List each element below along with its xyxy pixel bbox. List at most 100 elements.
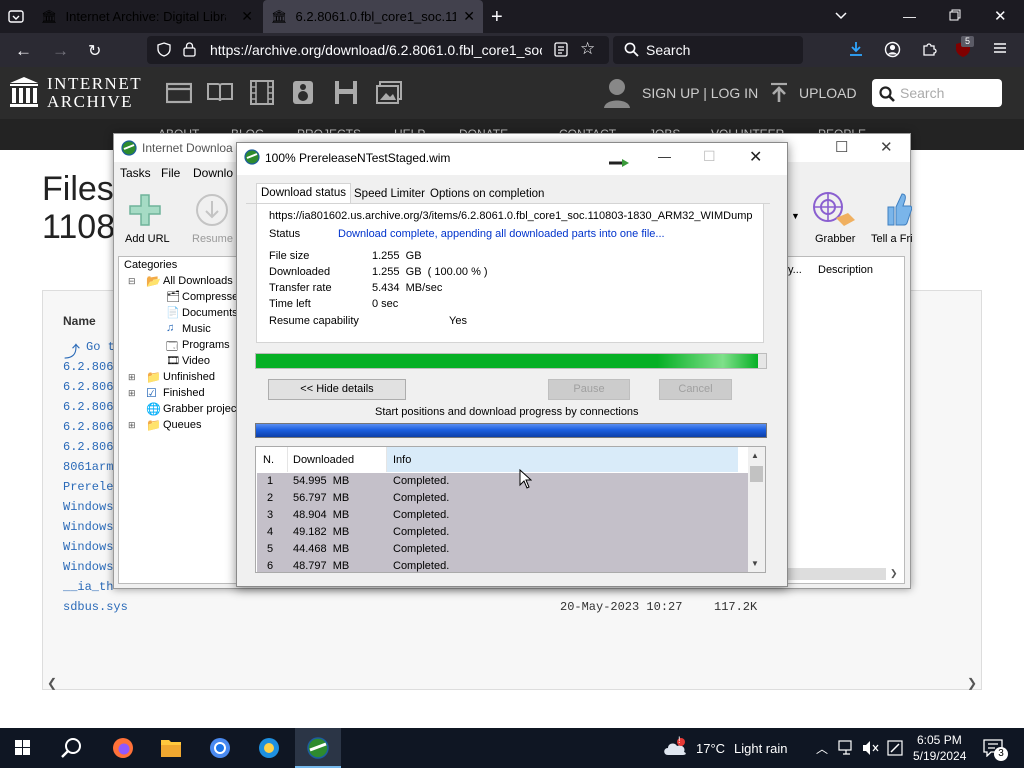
browser-tab-internet-archive[interactable]: 🏛 Internet Archive: Digital Library of ✕ — [33, 0, 261, 33]
file-link[interactable]: 6.2.806 — [63, 360, 113, 374]
expand-collapse-icon[interactable]: ⊞ — [128, 388, 136, 399]
column-downloaded[interactable]: Downloaded — [293, 454, 354, 466]
lock-icon[interactable] — [183, 42, 196, 57]
file-link[interactable]: 6.2.806 — [63, 380, 113, 394]
tracking-shield-icon[interactable] — [157, 42, 171, 57]
images-icon[interactable] — [376, 81, 402, 104]
scrollbar-thumb[interactable] — [750, 466, 763, 482]
upload-arrow-icon[interactable] — [770, 82, 788, 103]
expand-collapse-icon[interactable]: ⊟ — [128, 276, 136, 287]
tree-queues[interactable]: Queues — [163, 419, 202, 431]
start-button[interactable] — [0, 728, 46, 768]
tree-unfinished[interactable]: Unfinished — [163, 371, 215, 383]
scroll-down-arrow-icon[interactable]: ▼ — [751, 559, 759, 568]
scroll-left-arrow-icon[interactable]: ❮ — [47, 676, 57, 690]
go-up-arrow-icon[interactable]: ⤴ — [64, 338, 80, 362]
file-link[interactable]: Windows — [63, 560, 113, 574]
scroll-up-arrow-icon[interactable]: ▲ — [751, 451, 759, 460]
list-tabs-chevron-icon[interactable] — [834, 8, 848, 22]
tab-speed-limiter[interactable]: Speed Limiter — [350, 186, 429, 204]
dialog-maximize-icon[interactable]: ☐ — [703, 148, 716, 165]
file-link[interactable]: Windows — [63, 520, 113, 534]
browser-tab-download[interactable]: 🏛 6.2.8061.0.fbl_core1_soc.110803- ✕ — [263, 0, 483, 33]
scroll-right-arrow-icon[interactable]: ❯ — [890, 568, 898, 579]
show-hidden-icons-chevron-icon[interactable]: ︿ — [816, 740, 828, 757]
taskbar-search-button[interactable] — [49, 728, 95, 768]
table-row[interactable]: 2 56.797 MB Completed. — [257, 490, 748, 507]
file-link[interactable]: 8061arm — [63, 460, 113, 474]
pause-button[interactable]: Pause — [548, 379, 630, 400]
idm-menu-downloads[interactable]: Downlo — [193, 166, 233, 180]
menu-hamburger-icon[interactable] — [993, 41, 1007, 55]
idm-taskbar-icon[interactable] — [295, 728, 341, 768]
grabber-button[interactable]: Grabber — [815, 233, 855, 245]
file-link[interactable]: __ia_th — [63, 580, 113, 594]
app-taskbar-icon[interactable] — [246, 728, 292, 768]
chrome-taskbar-icon[interactable] — [197, 728, 243, 768]
dialog-close-icon[interactable]: ✕ — [749, 147, 762, 167]
file-link[interactable]: 6.2.806 — [63, 420, 113, 434]
add-url-button[interactable]: Add URL — [125, 233, 170, 245]
browser-search-box[interactable] — [613, 36, 803, 64]
idm-menu-file[interactable]: File — [161, 166, 180, 180]
go-to-parent-link[interactable]: Go t — [86, 340, 115, 354]
table-row[interactable]: 3 48.904 MB Completed. — [257, 507, 748, 524]
tell-a-friend-button[interactable]: Tell a Fri — [871, 233, 913, 245]
table-row[interactable]: 5 44.468 MB Completed. — [257, 541, 748, 558]
resume-button[interactable]: Resume — [192, 233, 233, 245]
tree-finished[interactable]: Finished — [163, 387, 205, 399]
back-arrow-icon[interactable]: ← — [15, 41, 32, 61]
column-n[interactable]: N. — [263, 454, 274, 466]
texts-book-icon[interactable] — [207, 82, 233, 102]
downloads-icon[interactable] — [848, 41, 864, 57]
software-disk-icon[interactable] — [334, 80, 358, 105]
reload-icon[interactable]: ↻ — [88, 41, 101, 61]
file-explorer-taskbar-icon[interactable] — [148, 728, 194, 768]
extensions-puzzle-icon[interactable] — [921, 41, 937, 57]
clock-date[interactable]: 5/19/2024 — [913, 749, 966, 763]
user-avatar-icon[interactable] — [603, 78, 631, 108]
tree-compressed[interactable]: Compresse — [182, 291, 238, 303]
weather-temperature[interactable]: 17°C — [696, 741, 725, 756]
hide-details-button[interactable]: << Hide details — [268, 379, 406, 400]
grabber-spider-icon[interactable] — [811, 190, 857, 230]
video-film-icon[interactable] — [250, 80, 274, 105]
audio-speaker-icon[interactable] — [292, 80, 314, 105]
pen-workspace-icon[interactable] — [887, 740, 903, 756]
close-tab-icon[interactable]: ✕ — [463, 8, 475, 25]
firefox-taskbar-icon[interactable] — [100, 728, 146, 768]
file-link[interactable]: 6.2.806 — [63, 400, 113, 414]
bookmark-star-icon[interactable]: ☆ — [580, 39, 595, 59]
tree-video[interactable]: Video — [182, 355, 210, 367]
tree-programs[interactable]: Programs — [182, 339, 230, 351]
tree-grabber-projects[interactable]: Grabber projec — [163, 403, 236, 415]
file-link[interactable]: Windows — [63, 540, 113, 554]
add-url-plus-icon[interactable] — [128, 193, 162, 227]
tab-options-on-completion[interactable]: Options on completion — [426, 186, 548, 204]
upload-link[interactable]: UPLOAD — [799, 85, 857, 101]
cancel-button[interactable]: Cancel — [659, 379, 732, 400]
resume-download-icon[interactable] — [195, 193, 229, 227]
ia-logo-icon[interactable] — [9, 76, 39, 108]
idm-close-icon[interactable]: ✕ — [880, 138, 893, 156]
column-last-try[interactable]: y... — [788, 264, 802, 276]
idm-menu-tasks[interactable]: Tasks — [120, 166, 151, 180]
tab-download-status[interactable]: Download status — [256, 183, 352, 204]
list-horizontal-scrollbar[interactable] — [788, 568, 886, 580]
tab-overview-icon[interactable] — [8, 8, 24, 24]
close-tab-icon[interactable]: ✕ — [241, 8, 253, 25]
close-window-icon[interactable]: ✕ — [994, 7, 1007, 25]
weather-description[interactable]: Light rain — [734, 741, 787, 756]
weather-cloud-icon[interactable] — [662, 737, 688, 757]
idm-maximize-icon[interactable]: ☐ — [835, 138, 848, 156]
table-row[interactable]: 1 54.995 MB Completed. — [257, 473, 748, 490]
reader-view-icon[interactable] — [554, 42, 568, 57]
column-name-header[interactable]: Name — [63, 314, 96, 328]
column-description[interactable]: Description — [818, 264, 873, 276]
expand-collapse-icon[interactable]: ⊞ — [128, 372, 136, 383]
file-link[interactable]: sdbus.sys — [63, 600, 128, 614]
expand-collapse-icon[interactable]: ⊞ — [128, 420, 136, 431]
table-row[interactable]: 4 49.182 MB Completed. — [257, 524, 748, 541]
table-row[interactable]: 6 48.797 MB Completed. — [257, 558, 748, 572]
tree-documents[interactable]: Documents — [182, 307, 238, 319]
